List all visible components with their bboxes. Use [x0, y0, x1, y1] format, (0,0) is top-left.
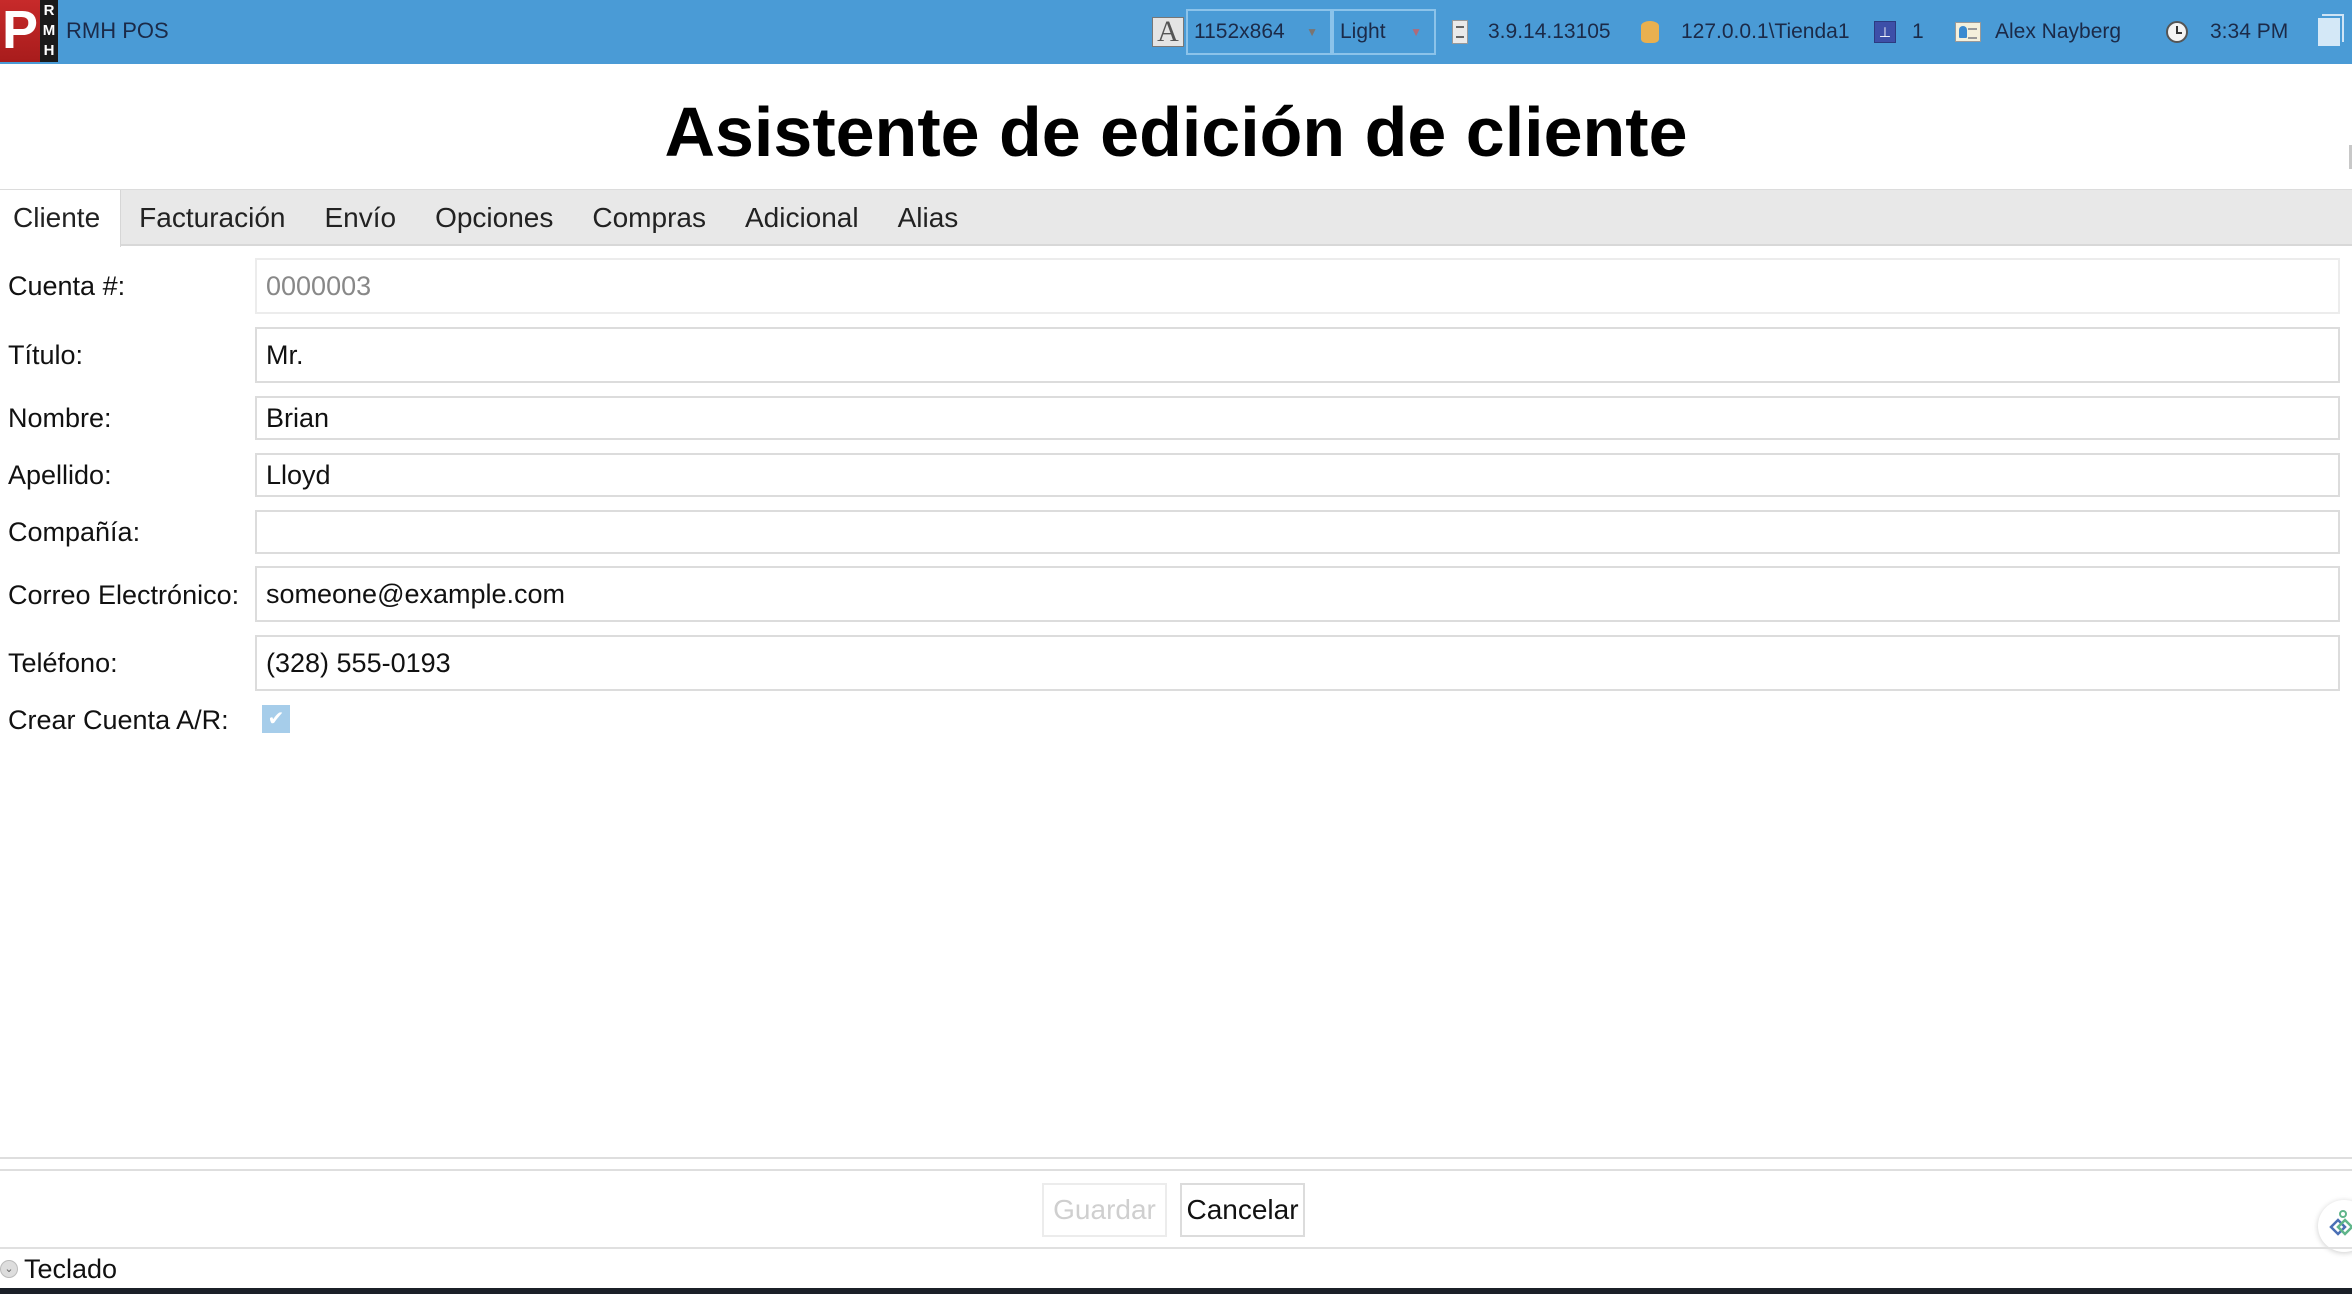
phone-label: Teléfono: — [8, 648, 118, 678]
version-text: 3.9.14.13105 — [1488, 20, 1611, 43]
create-ar-label: Crear Cuenta A/R: — [8, 705, 229, 735]
taskbar-edge — [0, 1288, 2352, 1294]
last-name-label: Apellido: — [8, 460, 112, 490]
first-name-field[interactable] — [255, 396, 2340, 440]
checkmark-icon: ✔ — [267, 708, 285, 730]
keyboard-label: Teclado — [24, 1253, 118, 1284]
company-field[interactable] — [255, 510, 2340, 554]
resolution-dropdown[interactable]: 1152x864 ▼ — [1186, 9, 1332, 55]
title-label: Título: — [8, 340, 84, 370]
divider — [0, 1247, 2352, 1249]
account-label: Cuenta #: — [8, 271, 126, 301]
user-card-icon — [1955, 22, 1981, 42]
top-bar: P R M H RMH POS A 1152x864 ▼ Light ▼ 3.9… — [0, 0, 2352, 64]
cancel-button[interactable]: Cancelar — [1180, 1183, 1305, 1237]
user-info: Alex Nayberg — [1955, 0, 2121, 64]
company-label: Compañía: — [8, 517, 141, 547]
tab-opciones[interactable]: Opciones — [416, 190, 573, 245]
clock-info: 3:34 PM — [2166, 0, 2288, 64]
diamonds-icon — [2329, 1210, 2352, 1236]
font-size-icon[interactable]: A — [1152, 17, 1184, 47]
tab-cliente[interactable]: Cliente — [0, 190, 122, 247]
logo-sub-h: H — [43, 42, 55, 59]
chevron-down-icon: ▼ — [1306, 25, 1318, 39]
assistant-float-button[interactable] — [2318, 1200, 2352, 1252]
first-name-label: Nombre: — [8, 403, 112, 433]
theme-value: Light — [1340, 20, 1386, 43]
register-text: 1 — [1912, 20, 1924, 43]
cabinet-icon — [1452, 20, 1468, 44]
tab-compras[interactable]: Compras — [573, 190, 726, 245]
logo-letter: P — [0, 0, 40, 62]
user-text: Alex Nayberg — [1995, 20, 2122, 43]
app-title: RMH POS — [66, 18, 169, 43]
tab-bar: Cliente Facturación Envío Opciones Compr… — [0, 189, 2352, 247]
save-button[interactable]: Guardar — [1042, 1183, 1167, 1237]
resolution-value: 1152x864 — [1194, 20, 1285, 43]
logo-sub-r: R — [43, 2, 55, 19]
window-icon[interactable] — [2318, 14, 2344, 46]
email-label: Correo Electrónico: — [8, 580, 240, 610]
register-info: ⊥ 1 — [1874, 0, 1924, 64]
database-text: 127.0.0.1\Tienda1 — [1681, 20, 1850, 43]
account-field — [255, 258, 2340, 314]
email-field[interactable] — [255, 566, 2340, 622]
page-title: Asistente de edición de cliente — [664, 93, 1688, 171]
window-icon-front — [2318, 18, 2340, 46]
version-info: 3.9.14.13105 — [1452, 0, 1611, 64]
tab-facturacion[interactable]: Facturación — [121, 190, 305, 245]
logo-sub-m: M — [42, 22, 56, 39]
time-text: 3:34 PM — [2210, 20, 2289, 43]
rmh-logo: P R M H — [0, 0, 58, 62]
last-name-field[interactable] — [255, 453, 2340, 497]
database-icon — [1641, 21, 1659, 43]
tab-alias[interactable]: Alias — [879, 190, 979, 245]
database-info: 127.0.0.1\Tienda1 — [1641, 0, 1850, 64]
chevron-down-icon: ⌄ — [0, 1260, 18, 1278]
title-field[interactable] — [255, 327, 2340, 383]
chevron-down-icon: ▼ — [1410, 25, 1422, 39]
divider — [0, 1169, 2352, 1171]
create-ar-checkbox[interactable]: ✔ — [262, 705, 290, 733]
theme-dropdown[interactable]: Light ▼ — [1332, 9, 1436, 55]
tab-envio[interactable]: Envío — [305, 190, 416, 245]
tab-adicional[interactable]: Adicional — [726, 190, 879, 245]
clock-icon — [2166, 21, 2188, 43]
register-icon: ⊥ — [1874, 21, 1896, 43]
keyboard-toggle[interactable]: ⌄ Teclado — [0, 1252, 117, 1286]
phone-field[interactable] — [255, 635, 2340, 691]
logo-sub: R M H — [40, 0, 58, 62]
divider — [0, 1157, 2352, 1159]
